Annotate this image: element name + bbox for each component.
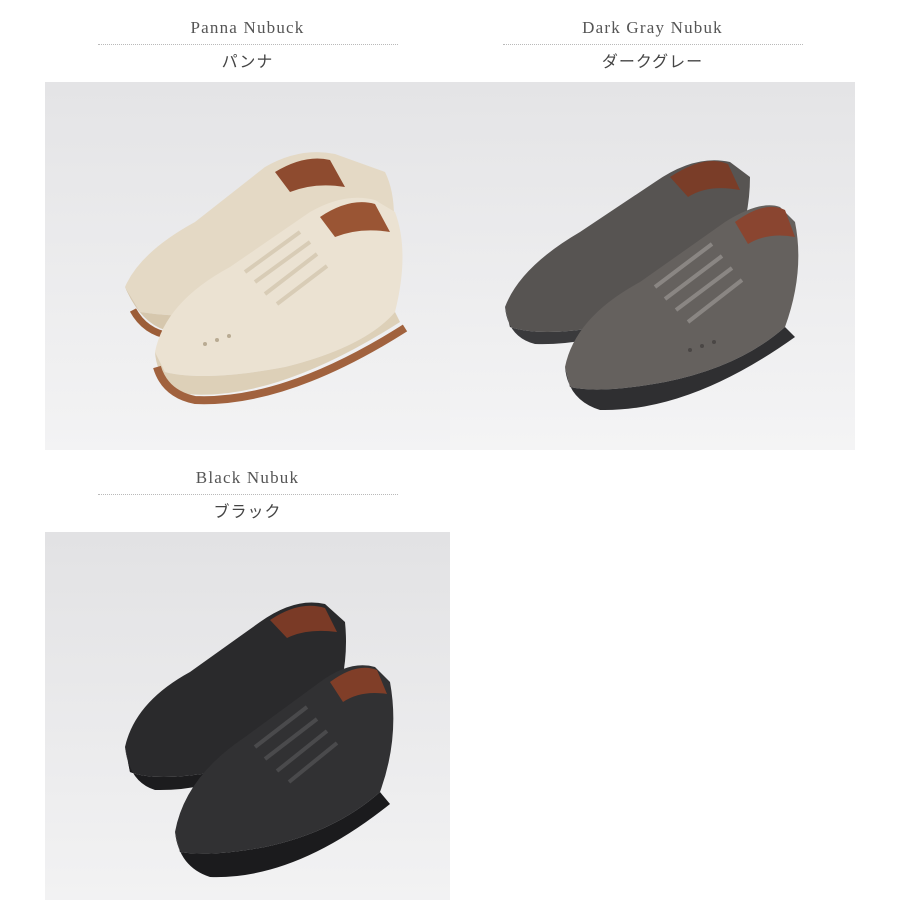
product-photo[interactable] — [45, 82, 450, 450]
product-card-dark-gray[interactable]: Dark Gray Nubuk ダークグレー — [450, 0, 855, 450]
product-name-en: Dark Gray Nubuk — [582, 18, 723, 37]
product-name-jp: ダークグレー — [601, 54, 704, 71]
sneaker-image — [450, 82, 855, 450]
product-card-black[interactable]: Black Nubuk ブラック — [45, 450, 450, 900]
product-name-en: Black Nubuk — [195, 468, 300, 487]
product-name-jp: ブラック — [213, 504, 282, 521]
product-photo[interactable] — [450, 82, 855, 450]
product-name-en: Panna Nubuck — [190, 18, 305, 37]
sneaker-image — [45, 532, 450, 900]
sneaker-image — [45, 82, 450, 450]
product-photo[interactable] — [45, 532, 450, 900]
product-card-panna[interactable]: Panna Nubuck パンナ — [45, 0, 450, 450]
product-name-jp: パンナ — [221, 54, 274, 71]
